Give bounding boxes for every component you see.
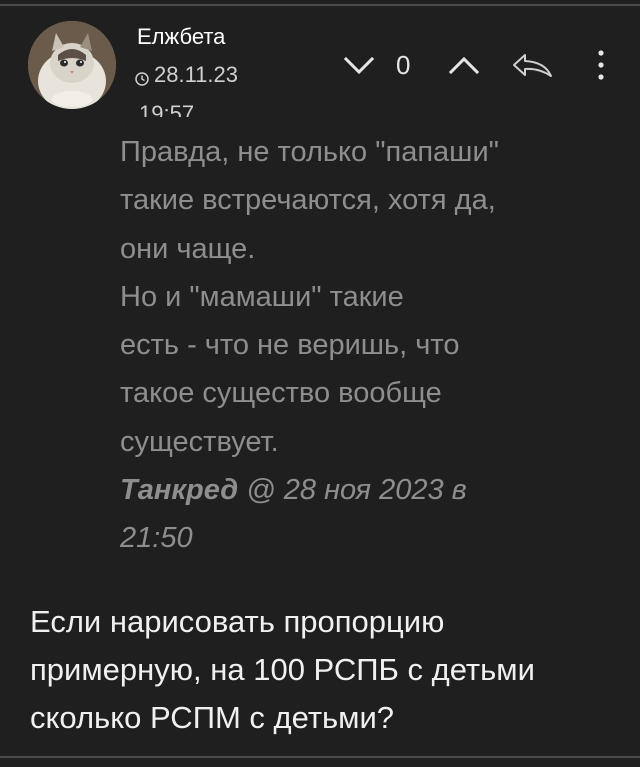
comment-body: Если нарисовать пропорцию примерную, на … [30,598,630,742]
quote-citation: Танкред @ 28 ноя 2023 в [120,466,620,514]
quote-line: Но и "мамаши" такие [120,280,404,313]
reply-arrow-icon[interactable] [511,52,555,80]
body-line: сколько РСПМ с детьми? [30,700,395,735]
quote-line: они чаще. [120,232,256,265]
rating-value: 0 [396,50,411,80]
more-vertical-icon[interactable] [594,48,608,82]
quote-line: Правда, не только "папаши" [120,136,499,168]
quote-cite-author[interactable]: Танкред [120,474,238,506]
quote-cite-date[interactable]: 28 ноя 2023 в [284,474,467,506]
quoted-comment: Правда, не только "папаши" такие встреча… [120,128,620,563]
divider-bottom [0,756,640,758]
comment-date-row: 28.11.23 [134,62,238,88]
clock-icon [135,72,149,86]
body-line: Если нарисовать пропорцию [30,604,445,639]
body-line: примерную, на 100 РСПБ с детьми [30,652,535,687]
comment-time: 19:57 [139,103,195,117]
comment-header: Елжбета 28.11.23 19:57 0 [0,0,640,120]
comment-date: 28.11.23 [154,62,239,87]
author-name[interactable]: Елжбета [137,24,225,50]
chevron-down-icon[interactable] [342,54,376,76]
quote-line: есть - что не веришь, что [120,329,460,362]
quote-line: существует. [120,425,279,458]
comment-screen: Елжбета 28.11.23 19:57 0 Правда, не толь… [0,0,640,767]
comment-time-clipped: 19:57 [139,103,194,117]
quote-line: такие встречаются, хотя да, [120,184,496,217]
author-avatar[interactable] [28,21,116,109]
quote-line: такое существо вообще [120,377,442,410]
cat-avatar-icon [28,21,116,109]
quote-cite-time[interactable]: 21:50 [120,514,620,562]
quote-cite-at: @ [246,474,276,507]
chevron-up-icon[interactable] [447,54,481,76]
